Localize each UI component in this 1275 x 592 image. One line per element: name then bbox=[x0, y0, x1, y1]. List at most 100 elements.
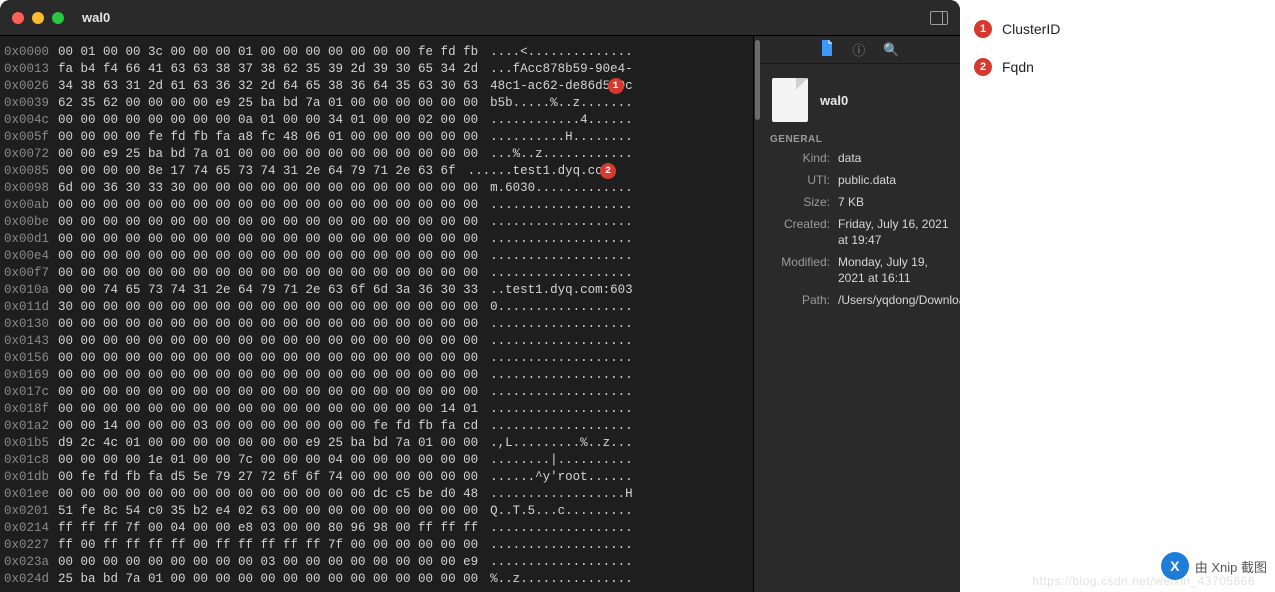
window-minimize-icon[interactable] bbox=[32, 12, 44, 24]
hex-bytes: ff ff ff 7f 00 04 00 00 e8 03 00 00 80 9… bbox=[58, 520, 478, 537]
hex-address: 0x010a bbox=[4, 282, 58, 299]
hex-ascii: ................... bbox=[490, 316, 633, 333]
inspector-value: public.data bbox=[838, 172, 896, 188]
hex-row: 0x01b5d9 2c 4c 01 00 00 00 00 00 00 00 e… bbox=[4, 435, 749, 452]
doc-info-tab-icon[interactable] bbox=[820, 40, 834, 59]
search-tab-icon[interactable]: 🔍 bbox=[883, 42, 899, 58]
app-window: wal0 0x000000 01 00 00 3c 00 00 00 01 00… bbox=[0, 0, 960, 592]
hex-ascii: ................... bbox=[490, 265, 633, 282]
hex-row: 0x00ab00 00 00 00 00 00 00 00 00 00 00 0… bbox=[4, 197, 749, 214]
file-thumbnail-icon bbox=[772, 78, 808, 122]
inspector-row: Kind:data bbox=[760, 147, 960, 169]
inspector-key: Modified: bbox=[770, 254, 830, 286]
hex-bytes: ff 00 ff ff ff ff 00 ff ff ff ff ff 7f 0… bbox=[58, 537, 478, 554]
hex-address: 0x01ee bbox=[4, 486, 58, 503]
annotation-item: 2Fqdn bbox=[974, 58, 1261, 76]
hex-bytes: 51 fe 8c 54 c0 35 b2 e4 02 63 00 00 00 0… bbox=[58, 503, 478, 520]
hex-ascii: ................... bbox=[490, 333, 633, 350]
hex-bytes: 00 00 00 00 00 00 00 00 00 00 00 00 00 0… bbox=[58, 350, 478, 367]
hex-address: 0x0013 bbox=[4, 61, 58, 78]
hex-bytes: 6d 00 36 30 33 30 00 00 00 00 00 00 00 0… bbox=[58, 180, 478, 197]
hex-address: 0x0169 bbox=[4, 367, 58, 384]
inspector-key: Created: bbox=[770, 216, 830, 248]
window-traffic-lights bbox=[12, 12, 64, 24]
hex-row: 0x008500 00 00 00 8e 17 74 65 73 74 31 2… bbox=[4, 163, 749, 180]
inspector-key: Path: bbox=[770, 292, 830, 308]
hex-bytes: 62 35 62 00 00 00 00 e9 25 ba bd 7a 01 0… bbox=[58, 95, 478, 112]
hex-ascii: ............4...... bbox=[490, 112, 633, 129]
hex-ascii: 0.................. bbox=[490, 299, 633, 316]
hex-ascii: ......test1.dyq.co bbox=[468, 163, 603, 180]
inspector-value: data bbox=[838, 150, 861, 166]
hex-ascii: ......^y'root...... bbox=[490, 469, 633, 486]
window-zoom-icon[interactable] bbox=[52, 12, 64, 24]
hex-bytes: 00 fe fd fb fa d5 5e 79 27 72 6f 6f 74 0… bbox=[58, 469, 478, 486]
hex-ascii: Q..T.5...c......... bbox=[490, 503, 633, 520]
hex-address: 0x0085 bbox=[4, 163, 58, 180]
hex-ascii: ..test1.dyq.com:603 bbox=[490, 282, 633, 299]
hex-ascii: ..........H........ bbox=[490, 129, 633, 146]
hex-bytes: 00 00 00 00 00 00 00 00 00 00 00 00 00 0… bbox=[58, 316, 478, 333]
hex-address: 0x018f bbox=[4, 401, 58, 418]
hex-row: 0x00986d 00 36 30 33 30 00 00 00 00 00 0… bbox=[4, 180, 749, 197]
hex-row: 0x017c00 00 00 00 00 00 00 00 00 00 00 0… bbox=[4, 384, 749, 401]
hex-address: 0x00d1 bbox=[4, 231, 58, 248]
scroll-thumb[interactable] bbox=[755, 40, 760, 120]
hex-ascii: ...fAcc878b59-90e4- bbox=[490, 61, 633, 78]
hex-row: 0x0013fa b4 f4 66 41 63 63 38 37 38 62 3… bbox=[4, 61, 749, 78]
hex-bytes: 00 00 00 00 00 00 00 00 00 00 00 00 00 0… bbox=[58, 367, 478, 384]
window-close-icon[interactable] bbox=[12, 12, 24, 24]
hex-row: 0x000000 01 00 00 3c 00 00 00 01 00 00 0… bbox=[4, 44, 749, 61]
xnip-caption: 由 Xnip 截图 bbox=[1195, 557, 1267, 576]
hex-row: 0x014300 00 00 00 00 00 00 00 00 00 00 0… bbox=[4, 333, 749, 350]
hex-row: 0x015600 00 00 00 00 00 00 00 00 00 00 0… bbox=[4, 350, 749, 367]
hex-row: 0x007200 00 e9 25 ba bd 7a 01 00 00 00 0… bbox=[4, 146, 749, 163]
hex-row: 0x00be00 00 00 00 00 00 00 00 00 00 00 0… bbox=[4, 214, 749, 231]
hex-row: 0x01ee00 00 00 00 00 00 00 00 00 00 00 0… bbox=[4, 486, 749, 503]
annotation-badge: 1 bbox=[974, 20, 992, 38]
hex-view[interactable]: 0x000000 01 00 00 3c 00 00 00 01 00 00 0… bbox=[0, 36, 753, 592]
hex-row: 0x003962 35 62 00 00 00 00 e9 25 ba bd 7… bbox=[4, 95, 749, 112]
hex-row: 0x013000 00 00 00 00 00 00 00 00 00 00 0… bbox=[4, 316, 749, 333]
hex-row: 0x023a00 00 00 00 00 00 00 00 00 03 00 0… bbox=[4, 554, 749, 571]
hex-address: 0x00ab bbox=[4, 197, 58, 214]
info-tab-icon[interactable]: ⓘ bbox=[852, 40, 865, 59]
inspector-row: Size:7 KB bbox=[760, 191, 960, 213]
hex-bytes: 00 00 00 00 00 00 00 00 00 00 00 00 00 0… bbox=[58, 248, 478, 265]
hex-ascii: %..z............... bbox=[490, 571, 633, 588]
hex-address: 0x024d bbox=[4, 571, 58, 588]
inspector-value: /Users/yqdong/Downloads/shareforvmware/w… bbox=[838, 292, 960, 308]
hex-bytes: d9 2c 4c 01 00 00 00 00 00 00 00 e9 25 b… bbox=[58, 435, 478, 452]
hex-row: 0x010a00 00 74 65 73 74 31 2e 64 79 71 2… bbox=[4, 282, 749, 299]
inspector-key: UTI: bbox=[770, 172, 830, 188]
hex-address: 0x0098 bbox=[4, 180, 58, 197]
hex-address: 0x0072 bbox=[4, 146, 58, 163]
hex-bytes: 00 01 00 00 3c 00 00 00 01 00 00 00 00 0… bbox=[58, 44, 478, 61]
hex-row: 0x002634 38 63 31 2d 61 63 36 32 2d 64 6… bbox=[4, 78, 749, 95]
annotation-label: ClusterID bbox=[1002, 21, 1060, 37]
hex-ascii: m.6030............. bbox=[490, 180, 633, 197]
hex-ascii: ................... bbox=[490, 350, 633, 367]
hex-bytes: 25 ba bd 7a 01 00 00 00 00 00 00 00 00 0… bbox=[58, 571, 478, 588]
hex-ascii: ................... bbox=[490, 418, 633, 435]
hex-address: 0x005f bbox=[4, 129, 58, 146]
hex-bytes: 00 00 00 00 00 00 00 00 00 00 00 00 00 0… bbox=[58, 333, 478, 350]
inspector-key: Size: bbox=[770, 194, 830, 210]
hex-bytes: 00 00 00 00 00 00 00 00 00 00 00 00 00 0… bbox=[58, 231, 478, 248]
hex-scrollbar[interactable] bbox=[753, 36, 760, 592]
sidebar-toggle-icon[interactable] bbox=[930, 11, 948, 25]
hex-ascii: ................... bbox=[490, 384, 633, 401]
hex-bytes: 00 00 14 00 00 00 03 00 00 00 00 00 00 0… bbox=[58, 418, 478, 435]
hex-bytes: 00 00 74 65 73 74 31 2e 64 79 71 2e 63 6… bbox=[58, 282, 478, 299]
hex-ascii: ................... bbox=[490, 231, 633, 248]
hex-ascii: ........|.......... bbox=[490, 452, 633, 469]
hex-ascii: ....<.............. bbox=[490, 44, 633, 61]
hex-address: 0x004c bbox=[4, 112, 58, 129]
inspector-row: UTI: public.data bbox=[760, 169, 960, 191]
hex-bytes: 00 00 00 00 fe fd fb fa a8 fc 48 06 01 0… bbox=[58, 129, 478, 146]
inspector-row: Path: /Users/yqdong/Downloads/shareforvmw… bbox=[760, 289, 960, 311]
hex-bytes: 00 00 00 00 00 00 00 00 00 00 00 00 00 0… bbox=[58, 384, 478, 401]
hex-row: 0x01c800 00 00 00 1e 01 00 00 7c 00 00 0… bbox=[4, 452, 749, 469]
hex-row: 0x01db00 fe fd fb fa d5 5e 79 27 72 6f 6… bbox=[4, 469, 749, 486]
csdn-watermark: https://blog.csdn.net/weixin_43705666 bbox=[1032, 574, 1255, 588]
